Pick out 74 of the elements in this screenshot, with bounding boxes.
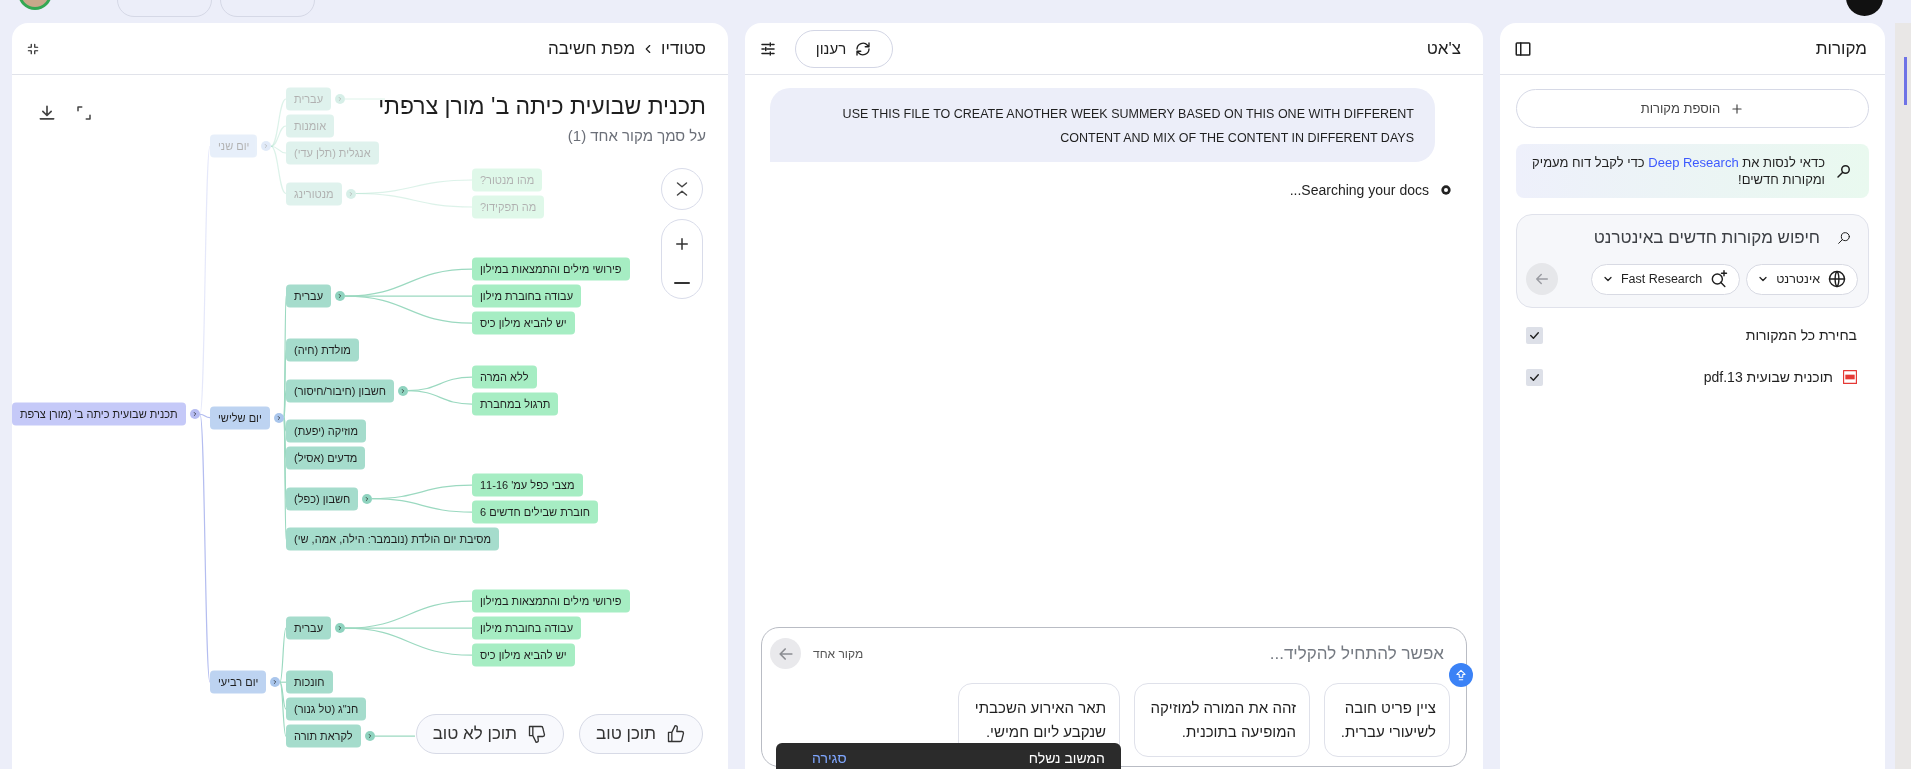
up-arrow-icon xyxy=(1454,668,1468,682)
breadcrumb-item: מפת חשיבה xyxy=(547,38,636,59)
good-content-button[interactable]: תוכן טוב xyxy=(579,714,703,754)
scroll-indicator xyxy=(1904,57,1907,105)
map-node[interactable]: יש להביא מילון כיס xyxy=(472,311,575,335)
suggestion-chip[interactable]: ציין פריט חובה לשיעורי עברית. xyxy=(1324,683,1450,757)
sidebar-icon[interactable] xyxy=(1514,39,1532,58)
map-node[interactable]: חונכות xyxy=(286,670,333,694)
download-icon xyxy=(37,103,57,123)
map-node[interactable]: יש להביא מילון כיס xyxy=(472,643,575,667)
map-node[interactable]: חנ"ג (טל גנור) xyxy=(286,697,367,721)
map-node[interactable]: יום רביעי xyxy=(210,670,267,694)
map-node[interactable]: עברית xyxy=(286,616,332,640)
panel-title: צ'אט xyxy=(1426,38,1461,59)
checkbox[interactable] xyxy=(1526,368,1543,386)
map-node[interactable]: תכנית שבועית כיתה ב' (מורן צרפת xyxy=(12,402,186,426)
user-message: USE THIS FILE TO CREATE ANOTHER WEEK SUMMERY BASED ON THIS ONE WITH DIFFERENT CONTENT AND MIX OF THE CONTENT IN DIFFERENT DAYS xyxy=(770,88,1435,162)
download-button[interactable] xyxy=(37,103,57,123)
map-node[interactable]: חשבון (חיבור/חיסור) xyxy=(286,379,395,403)
plus-icon xyxy=(1730,101,1745,116)
map-node[interactable]: יום שלישי xyxy=(210,406,270,430)
map-subtitle: על סמך מקור אחד (1) xyxy=(566,127,706,144)
connector-line xyxy=(407,390,473,405)
thumbs-up-icon xyxy=(666,724,686,744)
send-button[interactable] xyxy=(770,638,801,669)
search-field[interactable]: חיפוש מקורות חדשים באינטרנט xyxy=(1526,227,1822,249)
thumbs-down-icon xyxy=(527,724,547,744)
deep-research-link[interactable]: Deep Research xyxy=(1648,155,1739,170)
sliders-icon[interactable] xyxy=(759,39,777,58)
loading-icon xyxy=(1439,183,1453,197)
panel-title: מקורות xyxy=(1815,38,1867,59)
map-node[interactable]: מדעים (אסיל) xyxy=(286,446,366,470)
map-node[interactable]: מסיבת יום הולדת (נובמבר: הילה, אמה, שי) xyxy=(286,527,500,551)
map-node[interactable]: עבודה בחוברת מילון xyxy=(472,616,582,640)
collapse-icon[interactable] xyxy=(26,41,40,56)
map-node[interactable]: חוברת שבילים חדשים 6 xyxy=(472,500,598,524)
fullscreen-button[interactable] xyxy=(75,103,93,123)
scroll-up-button[interactable] xyxy=(1449,663,1473,687)
checkbox[interactable] xyxy=(1526,326,1543,344)
map-title: תכנית שבועית כיתה ב' מורן צרפתי xyxy=(378,92,706,121)
map-node[interactable]: תרגול במחברת xyxy=(472,392,559,416)
map-node[interactable]: מצבי כפל עמ' 11-16 xyxy=(472,473,583,497)
sparkle-search-icon xyxy=(1709,269,1730,289)
globe-icon xyxy=(1827,269,1847,289)
connector-line xyxy=(374,735,416,737)
select-all-label: בחירת כל המקורות xyxy=(1745,327,1857,343)
map-node[interactable]: מוזיקה (יפעת) xyxy=(286,419,367,443)
source-name[interactable]: תוכנית שבועית 13.pdf xyxy=(1703,369,1833,385)
bad-content-button[interactable]: תוכן לא טוב xyxy=(415,714,564,754)
search-icon xyxy=(1836,230,1852,246)
pdf-icon xyxy=(1843,370,1857,384)
map-node[interactable]: פירושי מילים והתמצאות במילון xyxy=(472,257,630,281)
close-link[interactable]: סגירה xyxy=(812,750,847,766)
refresh-icon xyxy=(854,39,873,58)
map-node[interactable]: לקראת תורה xyxy=(286,724,361,748)
map-node[interactable]: מולדת (חיה) xyxy=(286,338,359,362)
status-text: Searching your docs... xyxy=(1289,182,1429,198)
source-type-dropdown[interactable]: אינטרנט xyxy=(1746,263,1858,295)
map-node[interactable]: חשבון (כפל) xyxy=(286,487,359,511)
map-node[interactable]: פירושי מילים והתמצאות במילון xyxy=(472,589,630,613)
breadcrumb-item[interactable]: סטודיו xyxy=(661,38,706,59)
research-mode-dropdown[interactable]: Fast Research xyxy=(1590,263,1741,295)
suggestion-chip[interactable]: זהה את המורה למוזיקה המופיעה בתוכנית. xyxy=(1134,683,1310,757)
source-count: מקור אחד xyxy=(813,646,864,661)
magnifier-icon xyxy=(1835,162,1853,180)
map-node[interactable]: עברית xyxy=(286,284,332,308)
refresh-button[interactable]: רענון xyxy=(795,29,893,68)
minus-icon xyxy=(674,281,690,284)
collapse-all-button[interactable] xyxy=(661,168,703,210)
add-sources-button[interactable]: הוספת מקורות xyxy=(1516,89,1869,128)
chat-input[interactable]: אפשר להתחיל להקליד... xyxy=(875,643,1450,664)
map-node[interactable]: עבודה בחוברת מילון xyxy=(472,284,582,308)
fullscreen-icon xyxy=(75,104,93,122)
map-node[interactable]: ללא המרה xyxy=(472,365,537,389)
